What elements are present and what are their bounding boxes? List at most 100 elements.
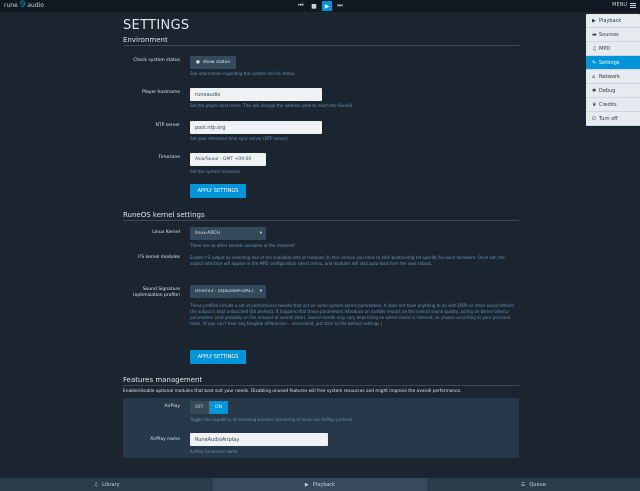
features-legend: Features management: [123, 376, 519, 386]
hostname-input[interactable]: runeaudio: [190, 88, 322, 101]
bug-icon: ✱: [592, 87, 597, 94]
logo-word2: audio: [27, 2, 44, 9]
show-status-button[interactable]: ● show status: [190, 56, 236, 69]
check-status-help: See information regarding the system and…: [190, 71, 296, 76]
show-status-label: show status: [202, 60, 230, 65]
airplay-on-button[interactable]: ON: [209, 401, 228, 414]
menu-label: MENU: [612, 2, 627, 8]
menu-item-label: Turn off: [599, 115, 618, 122]
ntp-help: Set your reference time sync server (NTP…: [190, 136, 290, 141]
menu-item-playback[interactable]: ▶ Playback: [586, 14, 640, 28]
i2s-label: I²S kernel modules: [138, 255, 180, 260]
tab-library-label: Library: [102, 481, 120, 488]
menu-item-label: Credits: [599, 101, 617, 108]
menu-item-label: Debug: [599, 87, 616, 94]
airplay-label: AirPlay: [164, 404, 180, 409]
transport-controls: ⏮ ■ ▶ ⏭: [296, 1, 345, 11]
logo-word1: rune: [4, 2, 18, 9]
features-section: Enable/disable optional modules that bes…: [123, 386, 519, 466]
linux-kernel-value: linux-ARCH: [195, 231, 220, 236]
airplay-off-button[interactable]: OFF: [190, 401, 209, 414]
menu-item-label: MPD: [599, 45, 611, 52]
mpd-icon: ♫: [592, 45, 597, 52]
timezone-select[interactable]: Asia/Seoul - GMT +09:00: [190, 153, 266, 166]
hostname-help: Set the player host name. This will chan…: [190, 103, 354, 108]
menu-item-label: Settings: [599, 59, 620, 66]
menu-item-credits[interactable]: ♛ Credits: [586, 98, 640, 112]
previous-button[interactable]: ⏮: [296, 1, 306, 11]
menu-item-network[interactable]: ⌂ Network: [586, 70, 640, 84]
tab-queue-label: Queue: [529, 481, 546, 488]
hostname-label: Player hostname: [142, 90, 180, 95]
timezone-value: Asia/Seoul - GMT +09:00: [195, 157, 252, 162]
kernel-section: Linux Kernel linux-ARCH ▾ There are no o…: [123, 221, 519, 376]
page-title: SETTINGS: [123, 18, 190, 33]
environment-section: Check system status ● show status See in…: [123, 46, 519, 211]
list-icon: ☰: [520, 481, 526, 488]
environment-legend: Environment: [123, 36, 519, 46]
stop-icon: ■: [311, 2, 317, 10]
top-bar: rune 9 audio ⏮ ■ ▶ ⏭ MENU: [0, 0, 640, 12]
power-icon: ⏻: [592, 115, 596, 122]
features-panel: AirPlay OFF ON Toggle the capability of …: [123, 398, 519, 458]
menu-item-turn-off[interactable]: ⏻ Turn off: [586, 112, 640, 126]
apply-environment-button[interactable]: APPLY SETTINGS: [190, 184, 246, 198]
chevron-down-icon: ▾: [259, 289, 262, 294]
sound-signature-label: Sound Signature (optimization profile): [123, 287, 180, 299]
sound-signature-value: OrionV3 - (IQaudioPi-DAC): [195, 289, 254, 294]
network-icon: ⌂: [592, 73, 596, 80]
airplay-toggle[interactable]: OFF ON: [190, 401, 228, 414]
bottom-bar: ♫ Library ▶ Playback ☰ Queue: [0, 478, 640, 491]
hamburger-icon: [630, 4, 636, 6]
i2s-help: Enable I²S output by selecting one of th…: [190, 255, 505, 266]
timezone-help: Set the system timezone.: [190, 169, 242, 174]
next-icon: ⏭: [337, 2, 343, 9]
settings-main: SETTINGS Environment Check system status…: [123, 12, 519, 466]
folder-icon: ▬: [592, 31, 597, 38]
menu-item-label: Playback: [599, 17, 622, 24]
previous-icon: ⏮: [298, 2, 304, 9]
kernel-legend: RuneOS kernel settings: [123, 211, 519, 221]
stop-button[interactable]: ■: [309, 1, 319, 11]
airplay-name-label: AirPlay name: [150, 437, 180, 442]
menu-button[interactable]: MENU: [612, 2, 636, 8]
sound-signature-label-line2: (optimization profile): [132, 293, 180, 298]
menu-item-settings[interactable]: ✎ Settings: [586, 56, 640, 70]
ntp-label: NTP server: [155, 123, 180, 128]
check-status-label: Check system status: [133, 58, 180, 63]
menu-item-mpd[interactable]: ♫ MPD: [586, 42, 640, 56]
main-menu-dropdown: ▶ Playback ▬ Sources ♫ MPD ✎ Settings ⌂ Netwo…: [586, 14, 640, 126]
music-icon: ♫: [93, 481, 99, 488]
play-icon: ▶: [592, 17, 596, 24]
logo-mark: 9: [19, 0, 26, 10]
menu-item-sources[interactable]: ▬ Sources: [586, 28, 640, 42]
menu-item-debug[interactable]: ✱ Debug: [586, 84, 640, 98]
wrench-icon: ✎: [592, 59, 597, 66]
airplay-name-input[interactable]: RuneAudioAirplay: [190, 433, 328, 446]
tab-playback-label: Playback: [312, 481, 336, 488]
play-button[interactable]: ▶: [322, 1, 332, 11]
tab-playback[interactable]: ▶ Playback: [213, 478, 427, 491]
linux-kernel-select[interactable]: linux-ARCH ▾: [190, 227, 266, 240]
next-button[interactable]: ⏭: [335, 1, 345, 11]
play-icon: ▶: [304, 481, 309, 488]
tab-queue[interactable]: ☰ Queue: [427, 478, 640, 491]
airplay-name-help: AirPlay broadcast name: [190, 449, 238, 454]
info-icon: ●: [196, 60, 200, 65]
play-icon: ▶: [324, 2, 330, 10]
menu-item-label: Network: [599, 73, 620, 80]
ntp-server-input[interactable]: pool.ntp.org: [190, 121, 322, 134]
sound-signature-help: These profiles include a set of performa…: [190, 303, 515, 326]
sound-signature-select[interactable]: OrionV3 - (IQaudioPi-DAC) ▾: [190, 285, 266, 298]
chevron-down-icon: ▾: [259, 231, 262, 236]
logo[interactable]: rune 9 audio: [4, 0, 44, 10]
linux-kernel-label: Linux Kernel: [152, 230, 180, 235]
features-intro: Enable/disable optional modules that bes…: [123, 389, 462, 394]
timezone-label: Timezone: [158, 155, 180, 160]
linux-kernel-help: There are no other kernels available at …: [190, 243, 296, 248]
tab-library[interactable]: ♫ Library: [0, 478, 213, 491]
apply-kernel-button[interactable]: APPLY SETTINGS: [190, 350, 246, 364]
trophy-icon: ♛: [592, 101, 597, 108]
airplay-help: Toggle the capability of receiving wirel…: [190, 417, 353, 422]
menu-item-label: Sources: [599, 31, 619, 38]
